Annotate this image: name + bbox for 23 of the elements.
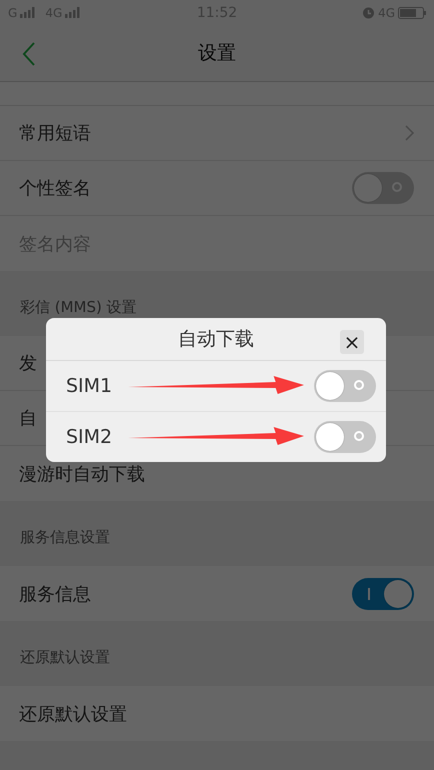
toggle-switch[interactable] (314, 421, 376, 453)
setting-label[interactable]: 漫游时自动下载 (19, 462, 145, 486)
section-header: 还原默认设置 (20, 648, 110, 667)
setting-label[interactable]: 个性签名 (19, 176, 91, 200)
alarm-clock-icon (362, 6, 376, 19)
sim-label: SIM2 (66, 426, 114, 448)
battery-icon (398, 6, 426, 18)
back-icon[interactable] (22, 42, 36, 66)
dialog-title: 自动下载 (178, 327, 254, 352)
setting-label[interactable]: 常用短语 (19, 121, 91, 145)
setting-label[interactable]: 服务信息 (19, 582, 91, 606)
toggle-switch[interactable] (314, 370, 376, 402)
toggle-switch[interactable] (352, 172, 414, 204)
page-title: 设置 (198, 42, 236, 64)
chevron-right-icon (405, 125, 414, 141)
close-button[interactable]: × (340, 330, 364, 354)
toggle-switch[interactable] (352, 578, 414, 610)
section-header: 彩信 (MMS) 设置 (20, 298, 137, 317)
setting-label[interactable]: 发 (19, 351, 37, 375)
setting-label[interactable]: 还原默认设置 (19, 702, 127, 726)
sim-label: SIM1 (66, 375, 114, 397)
section-header: 服务信息设置 (20, 528, 110, 547)
setting-label[interactable]: 自 (19, 406, 37, 430)
